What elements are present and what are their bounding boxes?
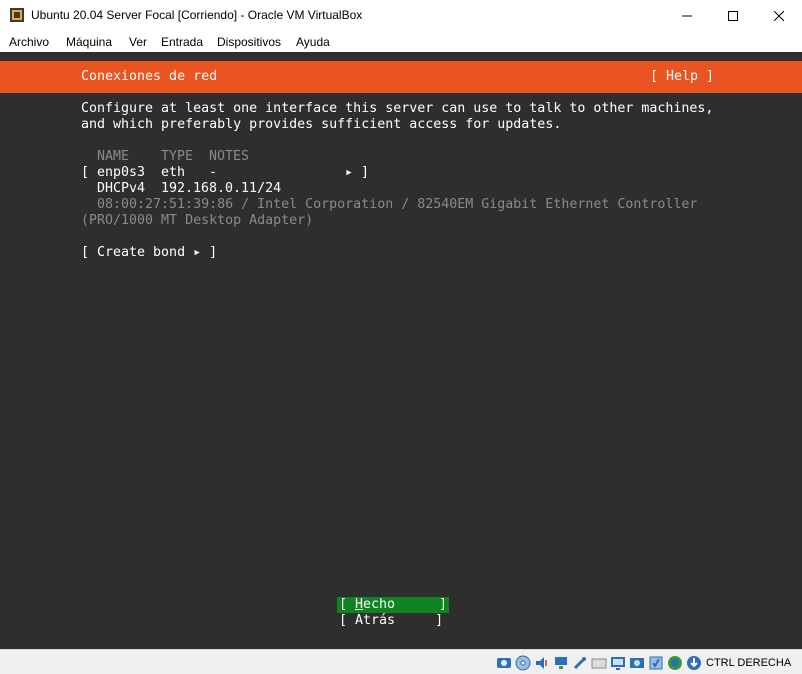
status-bar: CTRL DERECHA	[0, 649, 802, 674]
close-icon	[774, 10, 784, 21]
done-hotkey-letter: H	[355, 597, 364, 612]
menu-dispositivos[interactable]: Dispositivos	[217, 35, 281, 49]
maximize-button[interactable]	[710, 0, 756, 31]
row-open-bracket: [	[81, 165, 90, 180]
interface-name: enp0s3	[97, 165, 146, 180]
minimize-button[interactable]	[664, 0, 710, 31]
menu-ayuda[interactable]: Ayuda	[296, 35, 330, 49]
done-label: echo	[363, 597, 396, 612]
ip-address: 192.168.0.11/24	[161, 181, 282, 196]
hardware-info-line-2: (PRO/1000 MT Desktop Adapter)	[81, 213, 314, 228]
done-open-bracket: [	[339, 597, 356, 612]
shared-folder-icon[interactable]	[591, 655, 607, 671]
description-line-1: Configure at least one interface this se…	[81, 101, 714, 116]
virtualization-icon[interactable]	[648, 655, 664, 671]
description-line-2: and which preferably provides sufficient…	[81, 117, 562, 132]
menu-bar: Archivo Máquina Ver Entrada Dispositivos…	[0, 31, 802, 52]
menu-maquina[interactable]: Máquina	[66, 35, 112, 49]
recording-icon[interactable]	[629, 655, 645, 671]
maximize-icon	[728, 10, 738, 21]
interface-notes: -	[209, 165, 218, 180]
row-close-bracket: ]	[361, 165, 370, 180]
host-key-label: CTRL DERECHA	[706, 657, 792, 669]
column-header-notes: NOTES	[209, 149, 250, 164]
menu-ver[interactable]: Ver	[129, 35, 147, 49]
hardware-info-line-1: 08:00:27:51:39:86 / Intel Corporation / …	[97, 197, 698, 212]
row-menu-arrow-icon: ▸	[345, 165, 354, 180]
dhcp-label: DHCPv4	[97, 181, 146, 196]
mouse-integration-icon[interactable]	[667, 655, 683, 671]
interface-type: eth	[161, 165, 186, 180]
menu-entrada[interactable]: Entrada	[161, 35, 203, 49]
help-button[interactable]: [ Help ]	[650, 69, 714, 85]
column-header-type: TYPE	[161, 149, 194, 164]
minimize-icon	[682, 15, 692, 16]
network-icon[interactable]	[553, 655, 569, 671]
page-title: Conexiones de red	[81, 69, 218, 84]
done-button[interactable]: [ H echo ]	[337, 597, 449, 613]
menu-archivo[interactable]: Archivo	[9, 35, 49, 49]
back-button[interactable]: [ Atrás ]	[339, 613, 443, 629]
virtualbox-app-icon	[10, 8, 24, 22]
usb-icon[interactable]	[572, 655, 588, 671]
create-bond-button[interactable]: [ Create bond ▸ ]	[81, 245, 217, 261]
display-icon[interactable]	[610, 655, 626, 671]
done-close-bracket: ]	[439, 597, 448, 612]
close-button[interactable]	[756, 0, 802, 31]
window-title: Ubuntu 20.04 Server Focal [Corriendo] - …	[31, 8, 363, 22]
vm-screen[interactable]: Conexiones de red [ Help ] Configure at …	[0, 52, 802, 649]
download-icon[interactable]	[686, 655, 702, 671]
hard-disk-icon[interactable]	[496, 655, 512, 671]
column-header-name: NAME	[97, 149, 130, 164]
title-bar: Ubuntu 20.04 Server Focal [Corriendo] - …	[0, 0, 802, 31]
optical-disk-icon[interactable]	[515, 655, 531, 671]
audio-icon[interactable]	[534, 655, 550, 671]
installer-header: Conexiones de red [ Help ]	[0, 61, 802, 93]
